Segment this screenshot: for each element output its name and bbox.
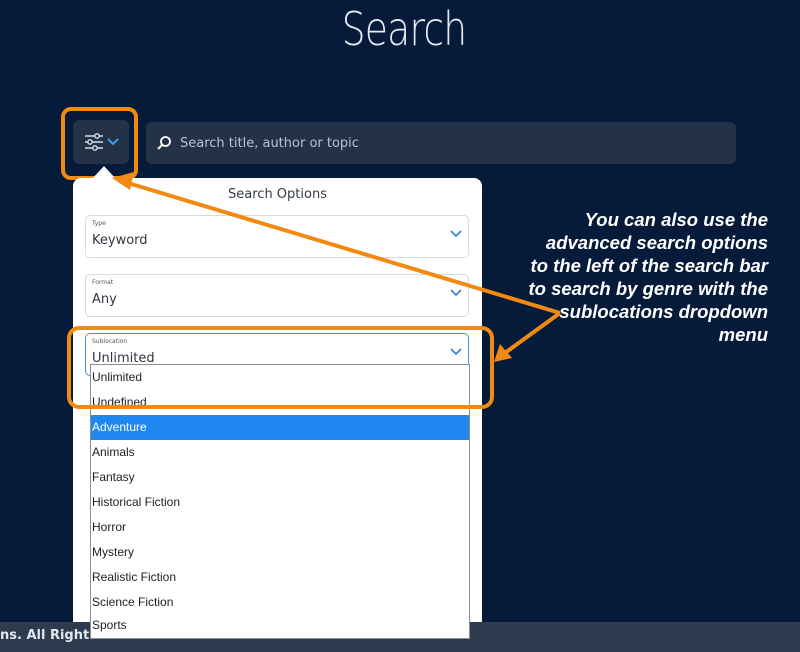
arrow-to-filter-button	[117, 178, 561, 315]
arrowhead-icon	[112, 172, 134, 190]
arrowhead-icon	[494, 344, 512, 362]
annotation-arrows	[112, 172, 562, 362]
arrow-to-sublocation	[496, 311, 562, 360]
